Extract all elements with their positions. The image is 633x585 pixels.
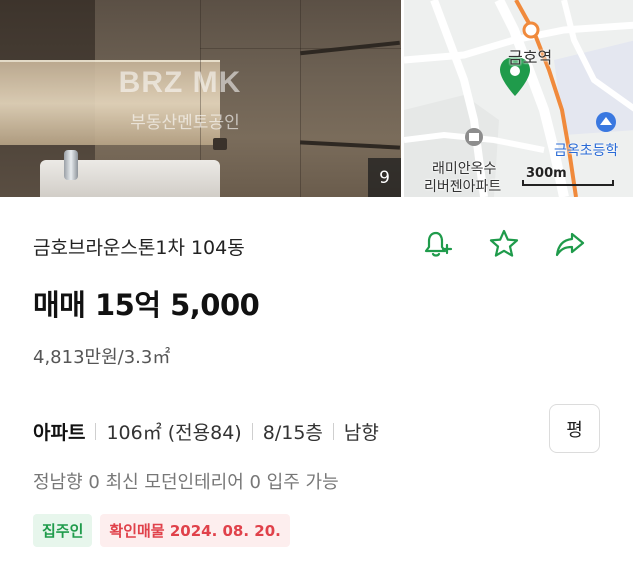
favorite-button[interactable] (486, 226, 522, 262)
map-station-label: 금호역 (508, 48, 553, 67)
map-school-label: 금옥초등학 (554, 143, 619, 159)
photo-tile-line (200, 48, 401, 49)
unit-price: 4,813만원/3.3㎡ (33, 347, 171, 368)
listing-specs: 아파트 106㎡ (전용84) 8/15층 남향 (33, 418, 379, 445)
media-header: BRZ MK 부동산멘토공인 9 금호역 래미안옥수 리버젠아파트 금옥초등학 … (0, 0, 633, 197)
owner-badge: 집주인 (33, 514, 93, 547)
listing-price: 매매 15억 5,000 (33, 288, 260, 322)
alert-button[interactable] (420, 226, 456, 262)
listing-tags: 집주인 확인매물 2024. 08. 20. (33, 514, 290, 547)
share-button[interactable] (552, 226, 588, 262)
property-type: 아파트 (33, 422, 86, 444)
divider (251, 423, 253, 440)
photo-tile-line (300, 0, 301, 197)
bell-plus-icon (424, 231, 453, 257)
photo-shelf (299, 140, 401, 150)
photo-outlet (213, 138, 227, 150)
map-apartment-label-2: 리버젠아파트 (424, 179, 502, 195)
listing-description: 정남향 0 최신 모던인테리어 0 입주 가능 (33, 472, 339, 493)
property-area: 106㎡ (전용84) (106, 422, 242, 444)
verified-badge: 확인매물 2024. 08. 20. (100, 514, 290, 547)
listing-title: 금호브라운스톤1차 104동 (33, 237, 245, 259)
map-scale-bar (522, 180, 614, 186)
map-scale-label: 300m (526, 166, 567, 181)
listing-actions (420, 226, 588, 262)
watermark-text: 부동산멘토공인 (130, 113, 240, 133)
divider (95, 423, 97, 440)
property-direction: 남향 (343, 422, 379, 444)
photo-faucet (64, 150, 78, 180)
photo-count-badge[interactable]: 9 (368, 158, 401, 197)
star-icon (489, 229, 519, 257)
watermark-logo: BRZ MK (118, 66, 242, 99)
map-apartment-label: 래미안옥수 (432, 161, 497, 177)
share-arrow-icon (555, 232, 585, 257)
pyeong-toggle-button[interactable]: 평 (549, 404, 600, 453)
location-map[interactable]: 금호역 래미안옥수 리버젠아파트 금옥초등학 300m (401, 0, 633, 197)
listing-photo[interactable]: BRZ MK 부동산멘토공인 9 (0, 0, 401, 197)
divider (332, 423, 334, 440)
property-floor: 8/15층 (262, 422, 323, 444)
